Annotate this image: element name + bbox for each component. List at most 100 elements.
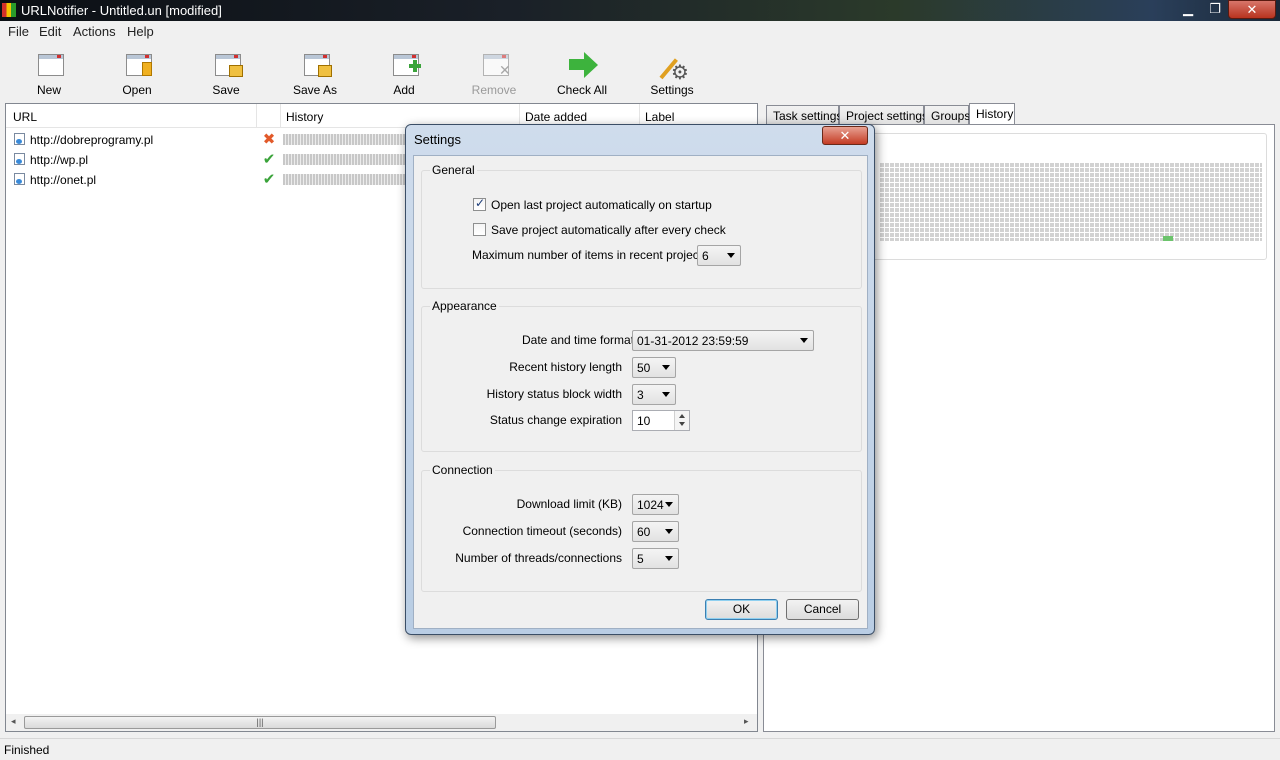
history-ok-block — [1163, 236, 1173, 241]
chevron-down-icon — [662, 365, 670, 370]
scroll-right-arrow-icon[interactable]: ▸ — [744, 716, 749, 727]
tab-project-settings[interactable]: Project settings — [839, 105, 928, 125]
open-button[interactable]: Open — [97, 48, 177, 98]
check-all-button[interactable]: Check All — [542, 48, 622, 98]
window-title: URLNotifier - Untitled.un [modified] — [21, 3, 222, 18]
settings-gear-icon: ⚙ — [657, 50, 689, 84]
open-last-project-checkbox[interactable] — [473, 196, 486, 211]
history-bar — [283, 154, 408, 165]
remove-button[interactable]: ✕ Remove — [454, 48, 534, 98]
threads-label: Number of threads/connections — [455, 551, 622, 565]
max-recent-value: 6 — [702, 249, 709, 263]
cancel-button[interactable]: Cancel — [786, 599, 859, 620]
chevron-down-icon — [662, 392, 670, 397]
column-label[interactable]: Label — [645, 110, 674, 124]
expiration-value: 10 — [637, 414, 651, 428]
tab-history[interactable]: History — [969, 103, 1015, 126]
chevron-down-icon — [665, 556, 673, 561]
ok-status-icon: ✔ — [262, 171, 276, 188]
history-bar — [283, 174, 408, 185]
add-label: Add — [393, 83, 415, 97]
scroll-thumb[interactable]: ||| — [24, 716, 496, 729]
appearance-group-title: Appearance — [430, 299, 499, 313]
status-text: Finished — [4, 743, 50, 757]
timeout-value: 60 — [637, 525, 651, 539]
max-recent-label: Maximum number of items in recent projec… — [472, 248, 721, 262]
tab-strip: Task settings Project settings Groups Hi… — [764, 103, 1275, 126]
horizontal-scrollbar[interactable]: ◂ ||| ▸ — [6, 714, 757, 731]
timeout-label: Connection timeout (seconds) — [462, 524, 622, 538]
threads-value: 5 — [637, 552, 644, 566]
save-label: Save — [212, 83, 240, 97]
timeout-dropdown[interactable]: 60 — [632, 521, 679, 542]
history-length-label: Recent history length — [509, 360, 622, 374]
dialog-close-button[interactable]: ✕ — [822, 126, 868, 145]
column-url[interactable]: URL — [13, 110, 37, 124]
scroll-left-arrow-icon[interactable]: ◂ — [11, 716, 16, 727]
open-last-project-label[interactable]: Open last project automatically on start… — [491, 198, 712, 212]
menu-actions[interactable]: Actions — [73, 24, 116, 39]
remove-label: Remove — [471, 83, 517, 97]
chevron-down-icon[interactable] — [679, 422, 685, 426]
minimize-button[interactable]: ▁ — [1174, 0, 1202, 19]
add-button[interactable]: Add — [364, 48, 444, 98]
column-date-added[interactable]: Date added — [525, 110, 587, 124]
tab-task-settings[interactable]: Task settings — [766, 105, 842, 125]
connection-group-title: Connection — [430, 463, 495, 477]
stepper-buttons[interactable] — [674, 411, 689, 430]
history-length-dropdown[interactable]: 50 — [632, 357, 676, 378]
maximize-button[interactable]: ❐ — [1202, 0, 1228, 19]
status-bar: Finished — [0, 738, 1280, 760]
chevron-up-icon[interactable] — [679, 414, 685, 418]
close-button[interactable]: ✕ — [1228, 0, 1276, 19]
save-button[interactable]: Save — [186, 48, 266, 98]
ok-status-icon: ✔ — [262, 151, 276, 168]
save-auto-label[interactable]: Save project automatically after every c… — [491, 223, 726, 237]
list-item-url: http://wp.pl — [30, 153, 89, 167]
remove-icon: ✕ — [479, 50, 511, 80]
new-document-icon — [34, 50, 66, 80]
date-format-label: Date and time format — [522, 333, 635, 347]
expiration-label: Status change expiration — [489, 413, 622, 427]
save-auto-checkbox[interactable] — [473, 223, 486, 236]
threads-dropdown[interactable]: 5 — [632, 548, 679, 569]
column-history[interactable]: History — [286, 110, 323, 124]
page-icon — [14, 173, 25, 185]
dialog-title: Settings — [414, 132, 461, 147]
menu-edit[interactable]: Edit — [39, 24, 61, 39]
connection-group: Connection Download limit (KB) 1024 Conn… — [421, 463, 862, 592]
app-icon — [2, 3, 16, 17]
general-group: General Open last project automatically … — [421, 163, 862, 289]
history-length-value: 50 — [637, 361, 651, 375]
toolbar: New Open Save Save As Add ✕ Remove Check… — [0, 42, 1280, 100]
settings-button[interactable]: ⚙ Settings — [632, 48, 712, 98]
block-width-value: 3 — [637, 388, 644, 402]
error-status-icon: ✖ — [262, 131, 276, 148]
menu-file[interactable]: File — [8, 24, 29, 39]
open-label: Open — [122, 83, 152, 97]
save-as-button[interactable]: Save As — [275, 48, 355, 98]
expiration-stepper[interactable]: 10 — [632, 410, 690, 431]
history-status-grid — [880, 163, 1262, 241]
add-icon — [389, 50, 421, 80]
max-recent-dropdown[interactable]: 6 — [697, 245, 741, 266]
save-icon — [211, 50, 243, 80]
new-button[interactable]: New — [9, 48, 89, 98]
date-format-dropdown[interactable]: 01-31-2012 23:59:59 — [632, 330, 814, 351]
block-width-dropdown[interactable]: 3 — [632, 384, 676, 405]
download-limit-dropdown[interactable]: 1024 — [632, 494, 679, 515]
save-as-label: Save As — [292, 83, 338, 97]
ok-button[interactable]: OK — [705, 599, 778, 620]
list-item-url: http://onet.pl — [30, 173, 97, 187]
menu-help[interactable]: Help — [127, 24, 154, 39]
general-group-title: General — [430, 163, 477, 177]
check-all-arrow-icon — [567, 50, 599, 80]
download-limit-value: 1024 — [637, 498, 664, 512]
tab-groups[interactable]: Groups — [924, 105, 970, 125]
block-width-label: History status block width — [486, 387, 622, 401]
chevron-down-icon — [665, 502, 673, 507]
page-icon — [14, 133, 25, 145]
menu-bar: File Edit Actions Help — [0, 21, 1280, 42]
open-folder-icon — [122, 50, 154, 80]
settings-label: Settings — [650, 83, 694, 97]
